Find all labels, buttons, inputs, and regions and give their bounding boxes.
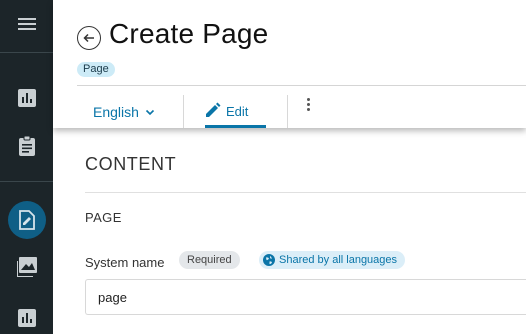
menu-icon xyxy=(17,18,36,30)
sidebar xyxy=(0,0,53,334)
section-title: CONTENT xyxy=(85,154,177,174)
menu-button[interactable] xyxy=(0,4,53,44)
subsection-title: PAGE xyxy=(85,210,122,225)
shared-badge: Shared by all languages xyxy=(259,251,406,269)
more-options-button[interactable] xyxy=(303,98,313,114)
sidebar-item-analytics[interactable] xyxy=(0,78,53,118)
image-icon xyxy=(16,257,37,277)
system-name-label: System name xyxy=(85,255,165,270)
back-button[interactable] xyxy=(77,26,101,50)
tab-edit-label: Edit xyxy=(226,104,249,119)
entity-type-badge: Page xyxy=(77,62,115,77)
clipboard-icon xyxy=(18,136,35,156)
content-panel: CONTENT PAGE System name Required Shared… xyxy=(53,128,526,334)
language-selector[interactable]: English xyxy=(93,102,155,122)
more-vert-icon xyxy=(306,98,310,101)
sidebar-divider xyxy=(0,52,53,53)
page-title: Create Page xyxy=(109,18,269,49)
sidebar-item-pages[interactable] xyxy=(0,200,53,240)
toolbar-divider xyxy=(183,95,184,128)
sidebar-divider xyxy=(0,181,53,182)
shared-badge-label: Shared by all languages xyxy=(279,254,398,266)
header-divider xyxy=(77,85,526,86)
language-label: English xyxy=(93,104,139,120)
sidebar-item-media[interactable] xyxy=(0,247,53,287)
bar-chart-icon xyxy=(17,309,36,327)
sidebar-item-tasks[interactable] xyxy=(0,126,53,166)
arrow-left-icon xyxy=(83,33,94,43)
system-name-input[interactable] xyxy=(85,279,526,315)
section-divider xyxy=(85,192,526,193)
sidebar-active-indicator xyxy=(7,201,46,239)
toolbar-divider xyxy=(287,95,288,128)
pencil-icon xyxy=(206,102,221,117)
chevron-down-icon xyxy=(145,109,154,115)
required-badge: Required xyxy=(179,251,240,269)
tab-active-indicator xyxy=(205,125,266,128)
sidebar-item-reports[interactable] xyxy=(0,298,53,334)
bar-chart-icon xyxy=(17,89,36,107)
globe-icon xyxy=(263,254,275,266)
page-header: Create Page Page English Edit xyxy=(53,0,526,128)
page-edit-icon xyxy=(18,210,35,230)
